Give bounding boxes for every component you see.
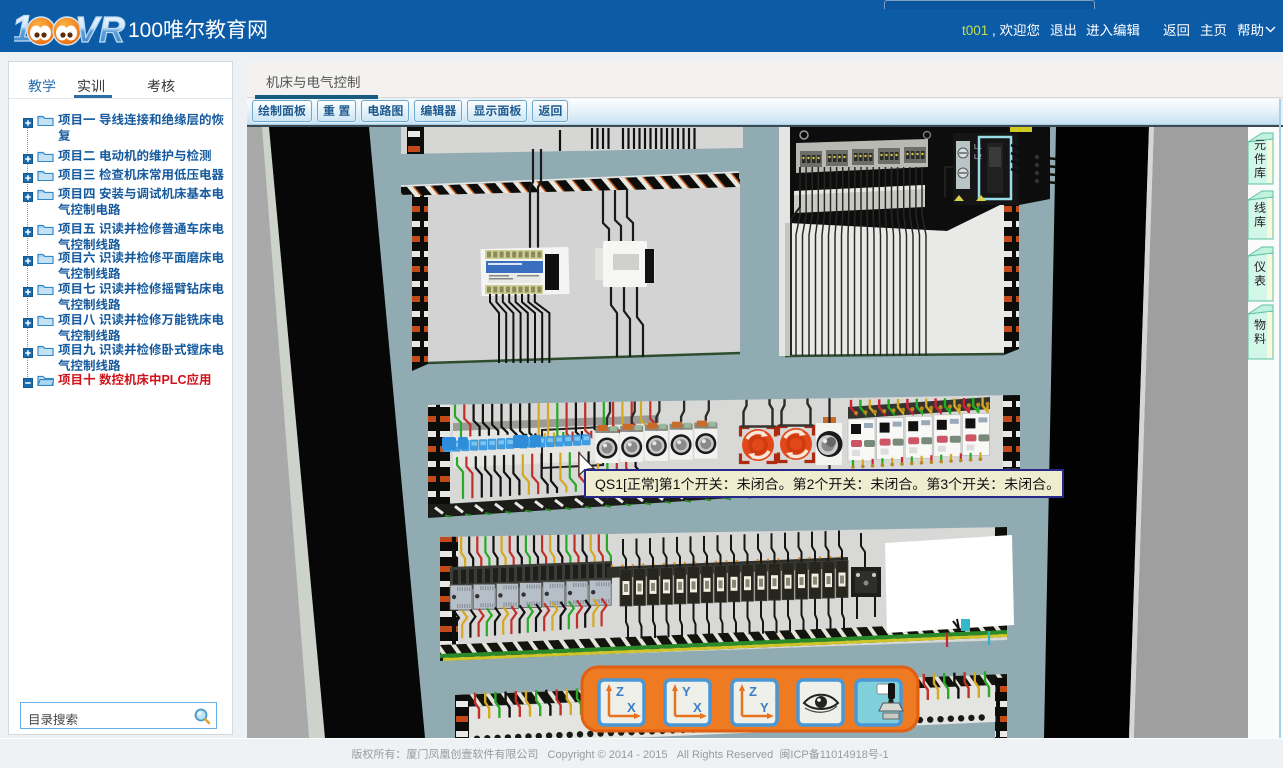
- svg-text:Z: Z: [616, 684, 624, 699]
- svg-text:Y: Y: [682, 684, 691, 699]
- svg-text:X: X: [627, 700, 636, 715]
- svg-text:QS1[正常]第1个开关：未闭合。第2个开关：未闭合。第3个: QS1[正常]第1个开关：未闭合。第2个开关：未闭合。第3个开关：未闭合。: [595, 476, 1060, 492]
- svg-text:X: X: [693, 700, 702, 715]
- svg-text:Z: Z: [749, 684, 757, 699]
- svg-text:Y: Y: [760, 700, 769, 715]
- svg-text:VR: VR: [75, 9, 125, 47]
